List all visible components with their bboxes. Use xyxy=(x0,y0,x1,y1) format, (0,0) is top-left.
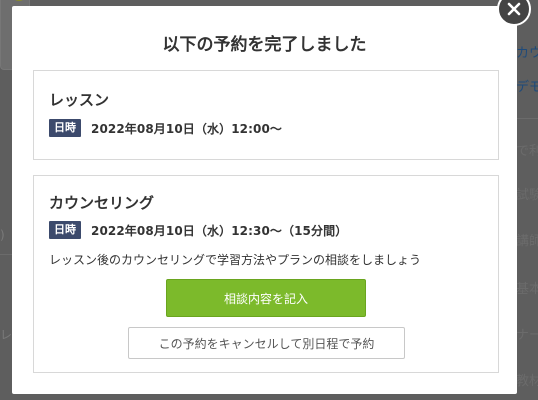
close-icon xyxy=(507,2,521,16)
background-right-text: ナー xyxy=(516,328,538,343)
background-left-text: ) xyxy=(0,228,5,242)
background-right-link: デモ xyxy=(516,80,538,95)
background-divider xyxy=(0,254,12,255)
background-right-text: 試験 xyxy=(516,188,538,203)
background-badge xyxy=(11,0,27,1)
counseling-datetime-value: 2022年08月10日（水）12:30～（15分間） xyxy=(91,223,348,238)
modal-title: 以下の予約を完了しました xyxy=(162,35,367,55)
lesson-card: レッスン 日時 2022年08月10日（水）12:00～ xyxy=(33,70,499,160)
counseling-datetime-row: 日時 2022年08月10日（水）12:30～（15分間） xyxy=(49,221,347,239)
lesson-datetime-row: 日時 2022年08月10日（水）12:00～ xyxy=(49,119,282,137)
background-right-text: で利 xyxy=(516,144,538,159)
counseling-description: レッスン後のカウンセリングで学習方法やプランの相談をしましょう xyxy=(49,253,422,267)
background-right-text: 教材 xyxy=(516,374,538,389)
background-right-link: カウン xyxy=(516,46,538,61)
datetime-badge: 日時 xyxy=(49,221,81,239)
lesson-datetime-value: 2022年08月10日（水）12:00～ xyxy=(91,121,282,136)
lesson-title: レッスン xyxy=(49,91,110,109)
datetime-badge: 日時 xyxy=(49,119,81,137)
counseling-card: カウンセリング 日時 2022年08月10日（水）12:30～（15分間） レッ… xyxy=(33,175,499,373)
counseling-title: カウンセリング xyxy=(49,194,155,212)
background-right-text: 基本 xyxy=(516,282,538,297)
page: ) レッ カウン デモ で利 試験 講師 基本 ナー 教材 以下の予約を完了しま… xyxy=(0,0,538,400)
reservation-complete-modal: 以下の予約を完了しました レッスン 日時 2022年08月10日（水）12:00… xyxy=(12,6,517,394)
write-consultation-button[interactable]: 相談内容を記入 xyxy=(166,279,366,317)
background-right-text: 講師 xyxy=(516,234,538,249)
cancel-and-rebook-button[interactable]: この予約をキャンセルして別日程で予約 xyxy=(128,327,405,359)
